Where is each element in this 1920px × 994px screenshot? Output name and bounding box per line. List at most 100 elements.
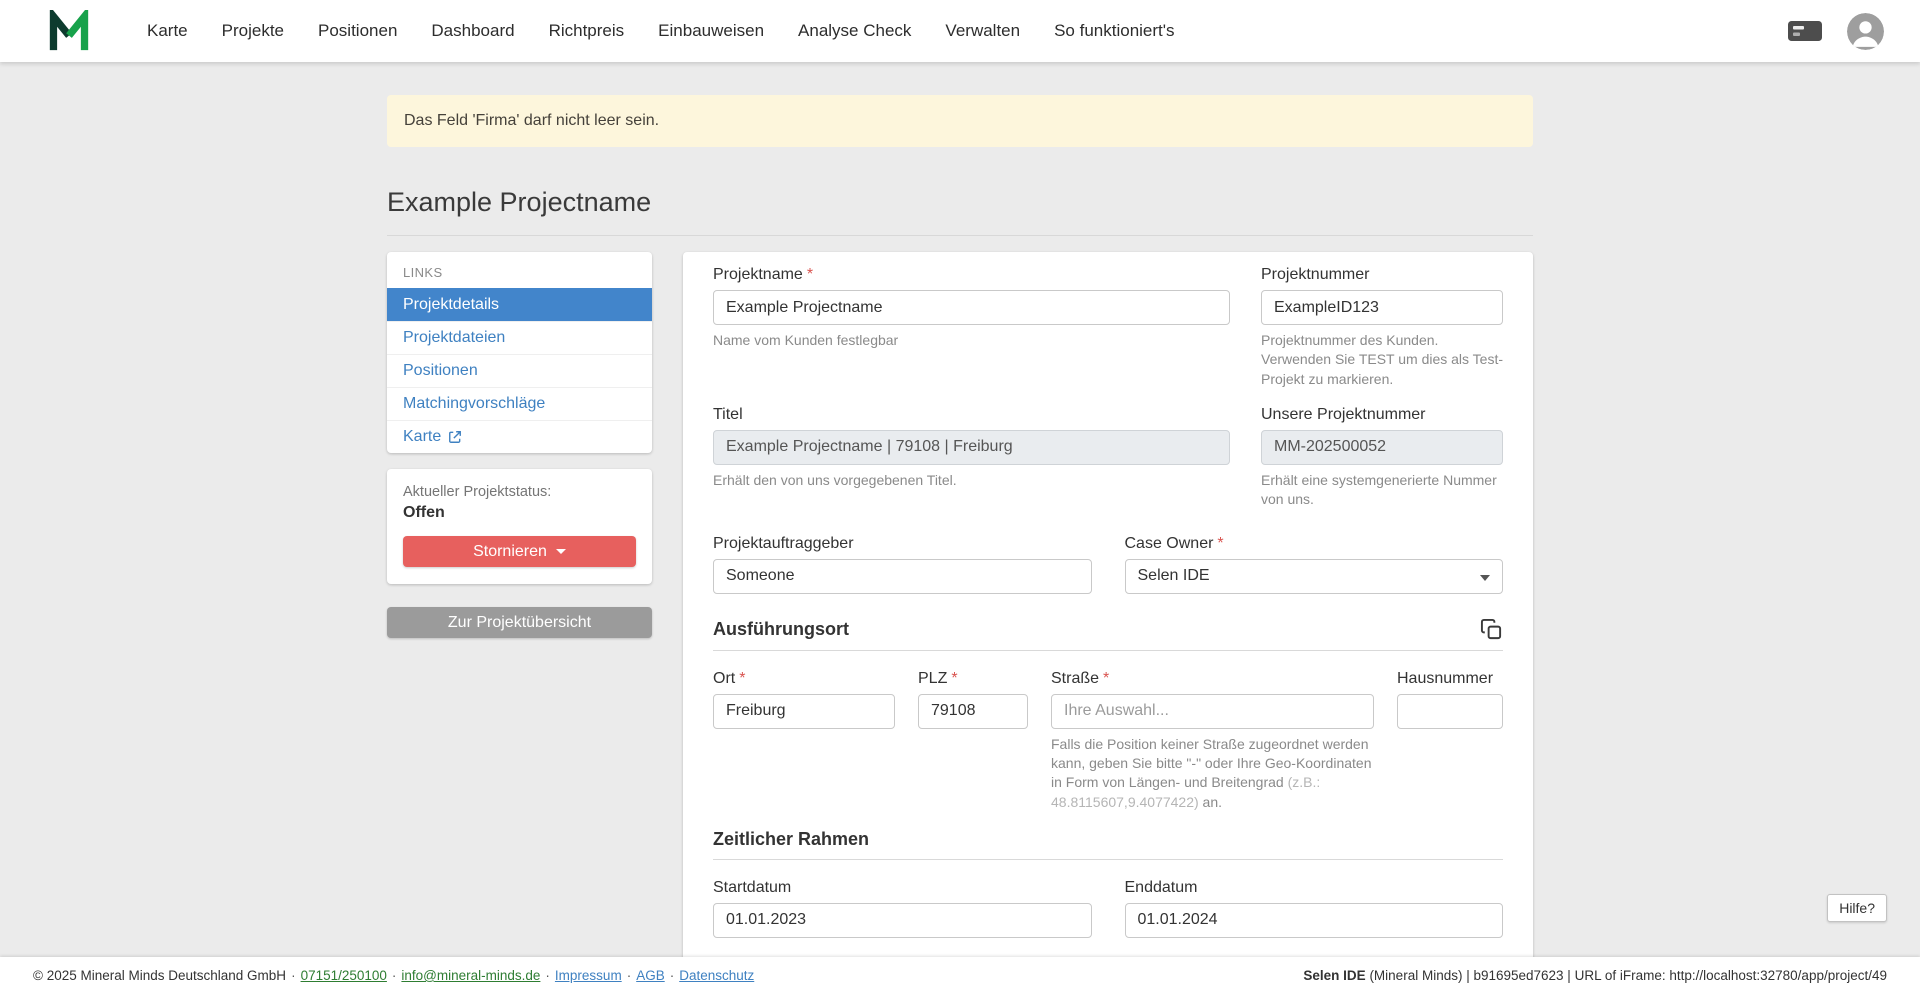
strasse-help-text: Falls die Position keiner Straße zugeord… xyxy=(1051,736,1371,791)
navbar-right xyxy=(1787,13,1884,50)
projektauftraggeber-field: Projektauftraggeber xyxy=(713,535,1092,594)
section-divider xyxy=(713,650,1503,651)
startdatum-field: Startdatum xyxy=(713,879,1092,938)
nav-item-positionen[interactable]: Positionen xyxy=(318,21,397,41)
strasse-field: Straße* Falls die Position keiner Straße… xyxy=(1051,670,1374,812)
nav-item-karte[interactable]: Karte xyxy=(147,21,188,41)
external-link-icon xyxy=(448,430,462,444)
startdatum-input[interactable] xyxy=(713,903,1092,938)
strasse-help-suffix: an. xyxy=(1199,794,1222,810)
sidebar-item-karte[interactable]: Karte xyxy=(387,420,652,453)
alert-banner: Das Feld 'Firma' darf nicht leer sein. xyxy=(387,95,1533,147)
required-asterisk: * xyxy=(739,670,745,687)
projektnummer-input[interactable] xyxy=(1261,290,1503,325)
enddatum-field: Enddatum xyxy=(1125,879,1504,938)
sidebar-link-list: Projektdetails Projektdateien Positionen… xyxy=(387,288,652,453)
nav-item-einbauweisen[interactable]: Einbauweisen xyxy=(658,21,764,41)
titel-input xyxy=(713,430,1230,465)
label-text: PLZ xyxy=(918,670,947,687)
unsere-projektnummer-input xyxy=(1261,430,1503,465)
sidebar-item-matchingvorschlaege[interactable]: Matchingvorschläge xyxy=(387,387,652,420)
hilfe-button[interactable]: Hilfe? xyxy=(1827,894,1887,922)
footer-separator: · xyxy=(545,968,550,983)
label-text: Ort xyxy=(713,670,735,687)
plz-field: PLZ* xyxy=(918,670,1028,812)
copyright-text: © 2025 Mineral Minds Deutschland GmbH xyxy=(33,968,286,983)
projektnummer-help: Projektnummer des Kunden. Verwenden Sie … xyxy=(1261,331,1503,389)
projektname-input[interactable] xyxy=(713,290,1230,325)
nav-item-projekte[interactable]: Projekte xyxy=(222,21,284,41)
page-title: Example Projectname xyxy=(387,187,1533,236)
copy-icon[interactable] xyxy=(1480,618,1503,641)
card-reader-icon[interactable] xyxy=(1787,17,1823,45)
nav-item-richtpreis[interactable]: Richtpreis xyxy=(549,21,625,41)
footer-separator: · xyxy=(627,968,632,983)
projektname-help: Name vom Kunden festlegbar xyxy=(713,331,1230,350)
sidebar-item-projektdateien[interactable]: Projektdateien xyxy=(387,321,652,354)
stornieren-button[interactable]: Stornieren xyxy=(403,536,636,567)
label-text: Straße xyxy=(1051,670,1099,687)
case-owner-field: Case Owner* Selen IDE xyxy=(1125,535,1504,594)
status-card: Aktueller Projektstatus: Offen Storniere… xyxy=(387,469,652,584)
footer-separator: · xyxy=(670,968,675,983)
case-owner-label: Case Owner* xyxy=(1125,535,1504,553)
titel-field: Titel Erhält den von uns vorgegebenen Ti… xyxy=(713,406,1230,510)
zur-projektuebersicht-button[interactable]: Zur Projektübersicht xyxy=(387,607,652,638)
footer-separator: · xyxy=(392,968,397,983)
sidebar: LINKS Projektdetails Projektdateien Posi… xyxy=(387,252,652,638)
ort-input[interactable] xyxy=(713,694,895,729)
nav-item-verwalten[interactable]: Verwalten xyxy=(945,21,1020,41)
links-header: LINKS xyxy=(387,252,652,288)
mineral-minds-logo[interactable] xyxy=(47,10,91,52)
footer-impressum-link[interactable]: Impressum xyxy=(555,968,622,983)
project-status-label: Aktueller Projektstatus: xyxy=(403,484,636,500)
main-nav: Karte Projekte Positionen Dashboard Rich… xyxy=(147,21,1175,41)
titel-label: Titel xyxy=(713,406,1230,424)
alert-message: Das Feld 'Firma' darf nicht leer sein. xyxy=(404,112,659,129)
unsere-projektnummer-help: Erhält eine systemgenerierte Nummer von … xyxy=(1261,471,1503,510)
nav-item-dashboard[interactable]: Dashboard xyxy=(431,21,514,41)
plz-label: PLZ* xyxy=(918,670,1028,688)
nav-item-analyse-check[interactable]: Analyse Check xyxy=(798,21,911,41)
titel-help: Erhält den von uns vorgegebenen Titel. xyxy=(713,471,1230,490)
enddatum-label: Enddatum xyxy=(1125,879,1504,897)
hausnummer-input[interactable] xyxy=(1397,694,1503,729)
strasse-help: Falls die Position keiner Straße zugeord… xyxy=(1051,735,1374,812)
projektname-label: Projektname* xyxy=(713,266,1230,284)
footer-session-info: Selen IDE (Mineral Minds) | b91695ed7623… xyxy=(1303,968,1887,983)
hausnummer-label: Hausnummer xyxy=(1397,670,1503,688)
nav-item-so-funktionierts[interactable]: So funktioniert's xyxy=(1054,21,1174,41)
footer-phone-link[interactable]: 07151/250100 xyxy=(301,968,387,983)
user-avatar[interactable] xyxy=(1847,13,1884,50)
section-divider xyxy=(713,859,1503,860)
footer: © 2025 Mineral Minds Deutschland GmbH · … xyxy=(0,957,1920,994)
logo-graphic xyxy=(47,10,91,52)
caret-down-icon xyxy=(556,549,566,554)
sidebar-item-positionen[interactable]: Positionen xyxy=(387,354,652,387)
plz-input[interactable] xyxy=(918,694,1028,729)
case-owner-value: Selen IDE xyxy=(1138,567,1210,585)
projektauftraggeber-label: Projektauftraggeber xyxy=(713,535,1092,553)
main-content: Das Feld 'Firma' darf nicht leer sein. E… xyxy=(387,95,1533,961)
project-form-card: Projektname* Name vom Kunden festlegbar … xyxy=(683,252,1533,961)
ort-label: Ort* xyxy=(713,670,895,688)
strasse-input[interactable] xyxy=(1051,694,1374,729)
strasse-label: Straße* xyxy=(1051,670,1374,688)
top-navbar: Karte Projekte Positionen Dashboard Rich… xyxy=(0,0,1920,62)
required-asterisk: * xyxy=(951,670,957,687)
startdatum-label: Startdatum xyxy=(713,879,1092,897)
hausnummer-field: Hausnummer xyxy=(1397,670,1503,812)
case-owner-select[interactable]: Selen IDE xyxy=(1125,559,1504,594)
sidebar-item-projektdetails[interactable]: Projektdetails xyxy=(387,288,652,321)
footer-datenschutz-link[interactable]: Datenschutz xyxy=(679,968,754,983)
footer-session-details: (Mineral Minds) | b91695ed7623 | URL of … xyxy=(1366,968,1887,983)
enddatum-input[interactable] xyxy=(1125,903,1504,938)
footer-email-link[interactable]: info@mineral-minds.de xyxy=(401,968,540,983)
project-status-value: Offen xyxy=(403,504,636,522)
ort-field: Ort* xyxy=(713,670,895,812)
stornieren-label: Stornieren xyxy=(473,543,547,561)
footer-agb-link[interactable]: AGB xyxy=(636,968,665,983)
projektauftraggeber-input[interactable] xyxy=(713,559,1092,594)
section-title-ausfuehrungsort: Ausführungsort xyxy=(713,619,849,640)
projektname-field: Projektname* Name vom Kunden festlegbar xyxy=(713,266,1230,389)
